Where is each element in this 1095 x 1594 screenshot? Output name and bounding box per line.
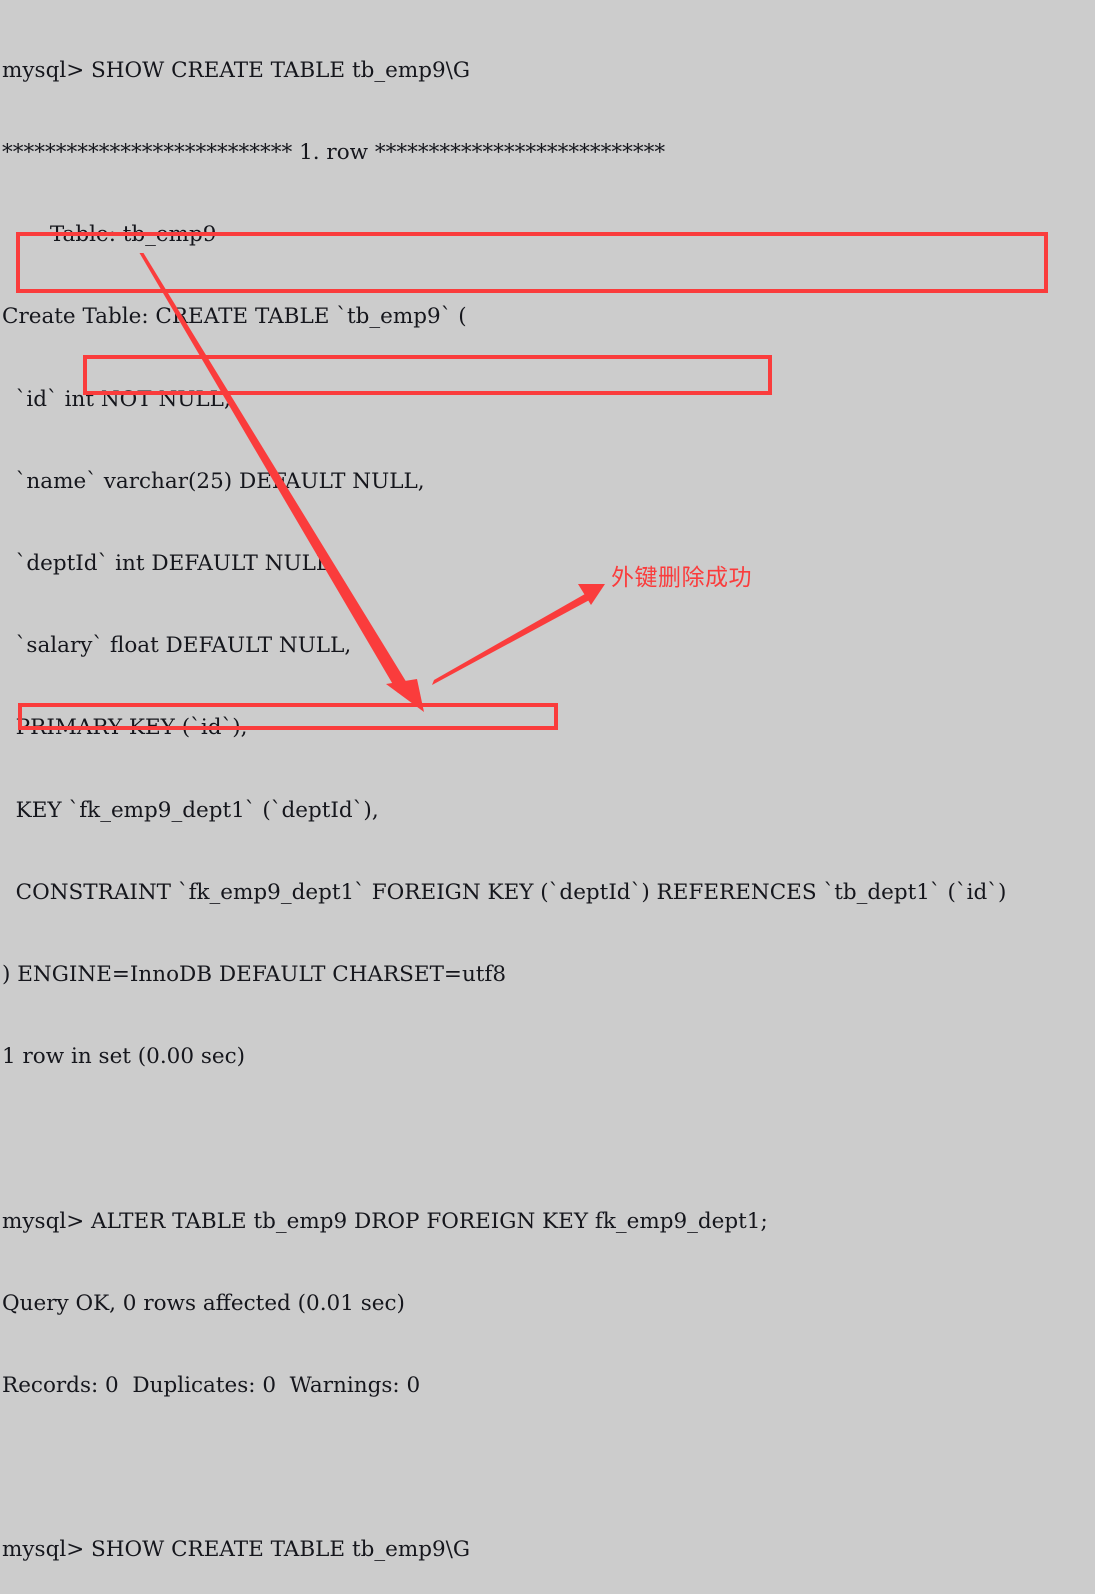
terminal-line: `name` varchar(25) DEFAULT NULL, <box>2 468 425 494</box>
terminal-line: ) ENGINE=InnoDB DEFAULT CHARSET=utf8 <box>2 962 507 988</box>
terminal-line: KEY `fk_emp9_dept1` (`deptId`), <box>2 797 379 823</box>
terminal-line: Create Table: CREATE TABLE `tb_emp9` ( <box>2 304 467 330</box>
terminal-line: Records: 0 Duplicates: 0 Warnings: 0 <box>2 1373 421 1399</box>
terminal-line: 1 row in set (0.00 sec) <box>2 1044 246 1070</box>
terminal-line: PRIMARY KEY (`id`), <box>2 715 248 741</box>
terminal-line: Table: tb_emp9 <box>2 222 217 248</box>
terminal-line: Query OK, 0 rows affected (0.01 sec) <box>2 1290 405 1316</box>
terminal-line: mysql> SHOW CREATE TABLE tb_emp9\G <box>2 57 471 83</box>
terminal-line: mysql> ALTER TABLE tb_emp9 DROP FOREIGN … <box>2 1208 768 1234</box>
terminal-output[interactable]: mysql> SHOW CREATE TABLE tb_emp9\G *****… <box>0 0 1006 1594</box>
terminal-window: mysql> SHOW CREATE TABLE tb_emp9\G *****… <box>0 0 1095 1562</box>
terminal-line: CONSTRAINT `fk_emp9_dept1` FOREIGN KEY (… <box>2 879 1007 905</box>
terminal-line: `salary` float DEFAULT NULL, <box>2 633 352 659</box>
annotation-label: 外键删除成功 <box>611 565 752 591</box>
terminal-line: mysql> SHOW CREATE TABLE tb_emp9\G <box>2 1537 471 1563</box>
terminal-line: `id` int NOT NULL, <box>2 386 231 412</box>
terminal-line: `deptId` int DEFAULT NULL, <box>2 551 337 577</box>
terminal-line: *************************** 1. row *****… <box>2 140 666 166</box>
